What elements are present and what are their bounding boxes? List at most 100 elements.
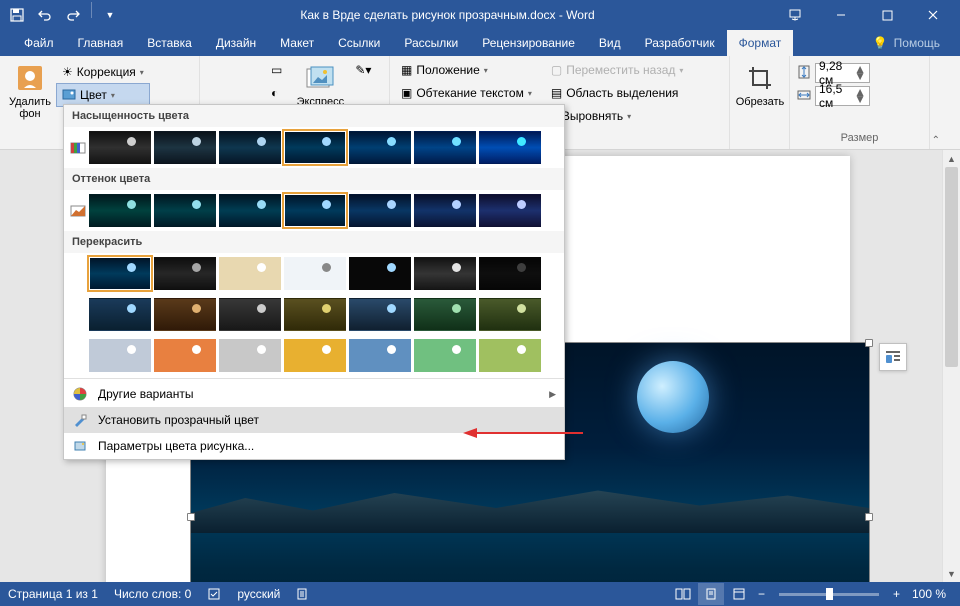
tab-references[interactable]: Ссылки <box>326 30 392 56</box>
recolor-thumb-3[interactable] <box>284 257 346 290</box>
help-area[interactable]: 💡 Помощь <box>873 30 960 56</box>
remove-bg-button[interactable]: Удалить фон <box>6 59 54 123</box>
track-changes-icon[interactable] <box>296 587 310 601</box>
recolor-thumb-11[interactable] <box>349 298 411 331</box>
sat-thumb-1[interactable] <box>154 131 216 164</box>
position-button[interactable]: ▦ Положение ▾ <box>396 59 537 81</box>
tab-insert[interactable]: Вставка <box>135 30 204 56</box>
recolor-thumb-15[interactable] <box>154 339 216 372</box>
edit-button[interactable]: ✎▾ <box>353 59 373 81</box>
zoom-level[interactable]: 100 % <box>906 587 952 601</box>
tab-review[interactable]: Рецензирование <box>470 30 587 56</box>
tab-file[interactable]: Файл <box>12 30 66 56</box>
height-spinner[interactable]: 9,28 см▲▼ <box>796 63 870 83</box>
tone-thumb-0[interactable] <box>89 194 151 227</box>
recolor-thumb-12[interactable] <box>414 298 476 331</box>
minimize-button[interactable] <box>818 0 864 30</box>
collapse-ribbon-button[interactable]: ⌃ <box>932 135 940 146</box>
recolor-thumb-14[interactable] <box>89 339 151 372</box>
vertical-scrollbar[interactable]: ▲ ▼ <box>942 150 960 582</box>
tab-design[interactable]: Дизайн <box>204 30 268 56</box>
recolor-thumb-16[interactable] <box>219 339 281 372</box>
view-print-button[interactable] <box>698 583 724 605</box>
align-button[interactable]: ≡ Выровнять ▾ <box>546 105 689 127</box>
preset-icon-tone <box>70 203 86 219</box>
width-spinner[interactable]: 16,5 см▲▼ <box>796 86 870 106</box>
effects-button[interactable]: ◐ <box>266 82 287 104</box>
border-button[interactable]: ▭ <box>266 59 287 81</box>
crop-button[interactable]: Обрезать <box>736 59 784 111</box>
help-icon: 💡 <box>873 36 888 50</box>
tab-mailings[interactable]: Рассылки <box>392 30 470 56</box>
recolor-thumb-7[interactable] <box>89 298 151 331</box>
color-dropdown: Насыщенность цвета Оттенок цвета Перекра… <box>63 104 565 460</box>
tone-thumb-5[interactable] <box>414 194 476 227</box>
handle-mr[interactable] <box>865 513 873 521</box>
wrap-button[interactable]: ▣ Обтекание текстом ▾ <box>396 82 537 104</box>
ribbon-options-button[interactable] <box>772 0 818 30</box>
tone-thumb-2[interactable] <box>219 194 281 227</box>
handle-tr[interactable] <box>865 339 873 347</box>
tab-format[interactable]: Формат <box>727 30 794 56</box>
zoom-slider[interactable] <box>779 593 879 596</box>
recolor-thumb-8[interactable] <box>154 298 216 331</box>
sat-thumb-2[interactable] <box>219 131 281 164</box>
view-web-button[interactable] <box>726 583 752 605</box>
spell-check[interactable] <box>207 587 221 601</box>
recolor-thumb-10[interactable] <box>284 298 346 331</box>
zoom-thumb[interactable] <box>826 588 833 600</box>
tab-layout[interactable]: Макет <box>268 30 326 56</box>
save-button[interactable] <box>4 2 30 28</box>
tone-thumb-3[interactable] <box>284 194 346 227</box>
recolor-thumb-5[interactable] <box>414 257 476 290</box>
sat-thumb-5[interactable] <box>414 131 476 164</box>
tab-view[interactable]: Вид <box>587 30 633 56</box>
group-size: 9,28 см▲▼ 16,5 см▲▼ Размер <box>790 56 930 149</box>
scroll-down[interactable]: ▼ <box>943 565 960 582</box>
language-indicator[interactable]: русский <box>237 587 280 601</box>
recolor-thumb-17[interactable] <box>284 339 346 372</box>
recolor-thumb-20[interactable] <box>479 339 541 372</box>
recolor-thumb-9[interactable] <box>219 298 281 331</box>
close-button[interactable] <box>910 0 956 30</box>
recolor-thumb-19[interactable] <box>414 339 476 372</box>
sat-thumb-3[interactable] <box>284 131 346 164</box>
effects-icon: ◐ <box>271 86 278 100</box>
recolor-thumb-0[interactable] <box>89 257 151 290</box>
recolor-thumb-6[interactable] <box>479 257 541 290</box>
color-button[interactable]: Цвет ▾ <box>57 84 149 106</box>
recolor-thumb-2[interactable] <box>219 257 281 290</box>
sat-thumb-4[interactable] <box>349 131 411 164</box>
scroll-up[interactable]: ▲ <box>943 150 960 167</box>
sat-thumb-0[interactable] <box>89 131 151 164</box>
recolor-thumb-4[interactable] <box>349 257 411 290</box>
layout-options-button[interactable] <box>879 343 907 371</box>
selection-button[interactable]: ▤ Область выделения <box>546 82 689 104</box>
tone-thumb-1[interactable] <box>154 194 216 227</box>
word-count[interactable]: Число слов: 0 <box>114 587 191 601</box>
redo-button[interactable] <box>60 2 86 28</box>
recolor-thumb-18[interactable] <box>349 339 411 372</box>
scroll-thumb[interactable] <box>945 167 958 367</box>
zoom-in-button[interactable]: + <box>889 587 904 601</box>
corrections-button[interactable]: ☀ Коррекция ▾ <box>57 61 149 83</box>
qat-customize[interactable]: ▼ <box>97 2 123 28</box>
zoom-out-button[interactable]: − <box>754 587 769 601</box>
handle-ml[interactable] <box>187 513 195 521</box>
saturation-row <box>64 127 564 168</box>
tone-thumb-6[interactable] <box>479 194 541 227</box>
recolor-thumb-1[interactable] <box>154 257 216 290</box>
recolor-thumb-13[interactable] <box>479 298 541 331</box>
view-read-button[interactable] <box>670 583 696 605</box>
position-label: Положение <box>416 63 479 77</box>
remove-bg-icon <box>14 62 46 94</box>
tab-developer[interactable]: Разработчик <box>633 30 727 56</box>
page-indicator[interactable]: Страница 1 из 1 <box>8 587 98 601</box>
maximize-button[interactable] <box>864 0 910 30</box>
sat-thumb-6[interactable] <box>479 131 541 164</box>
tone-header: Оттенок цвета <box>64 168 564 190</box>
undo-button[interactable] <box>32 2 58 28</box>
more-variants-item[interactable]: Другие варианты ▶ <box>64 381 564 407</box>
tone-thumb-4[interactable] <box>349 194 411 227</box>
tab-home[interactable]: Главная <box>66 30 136 56</box>
